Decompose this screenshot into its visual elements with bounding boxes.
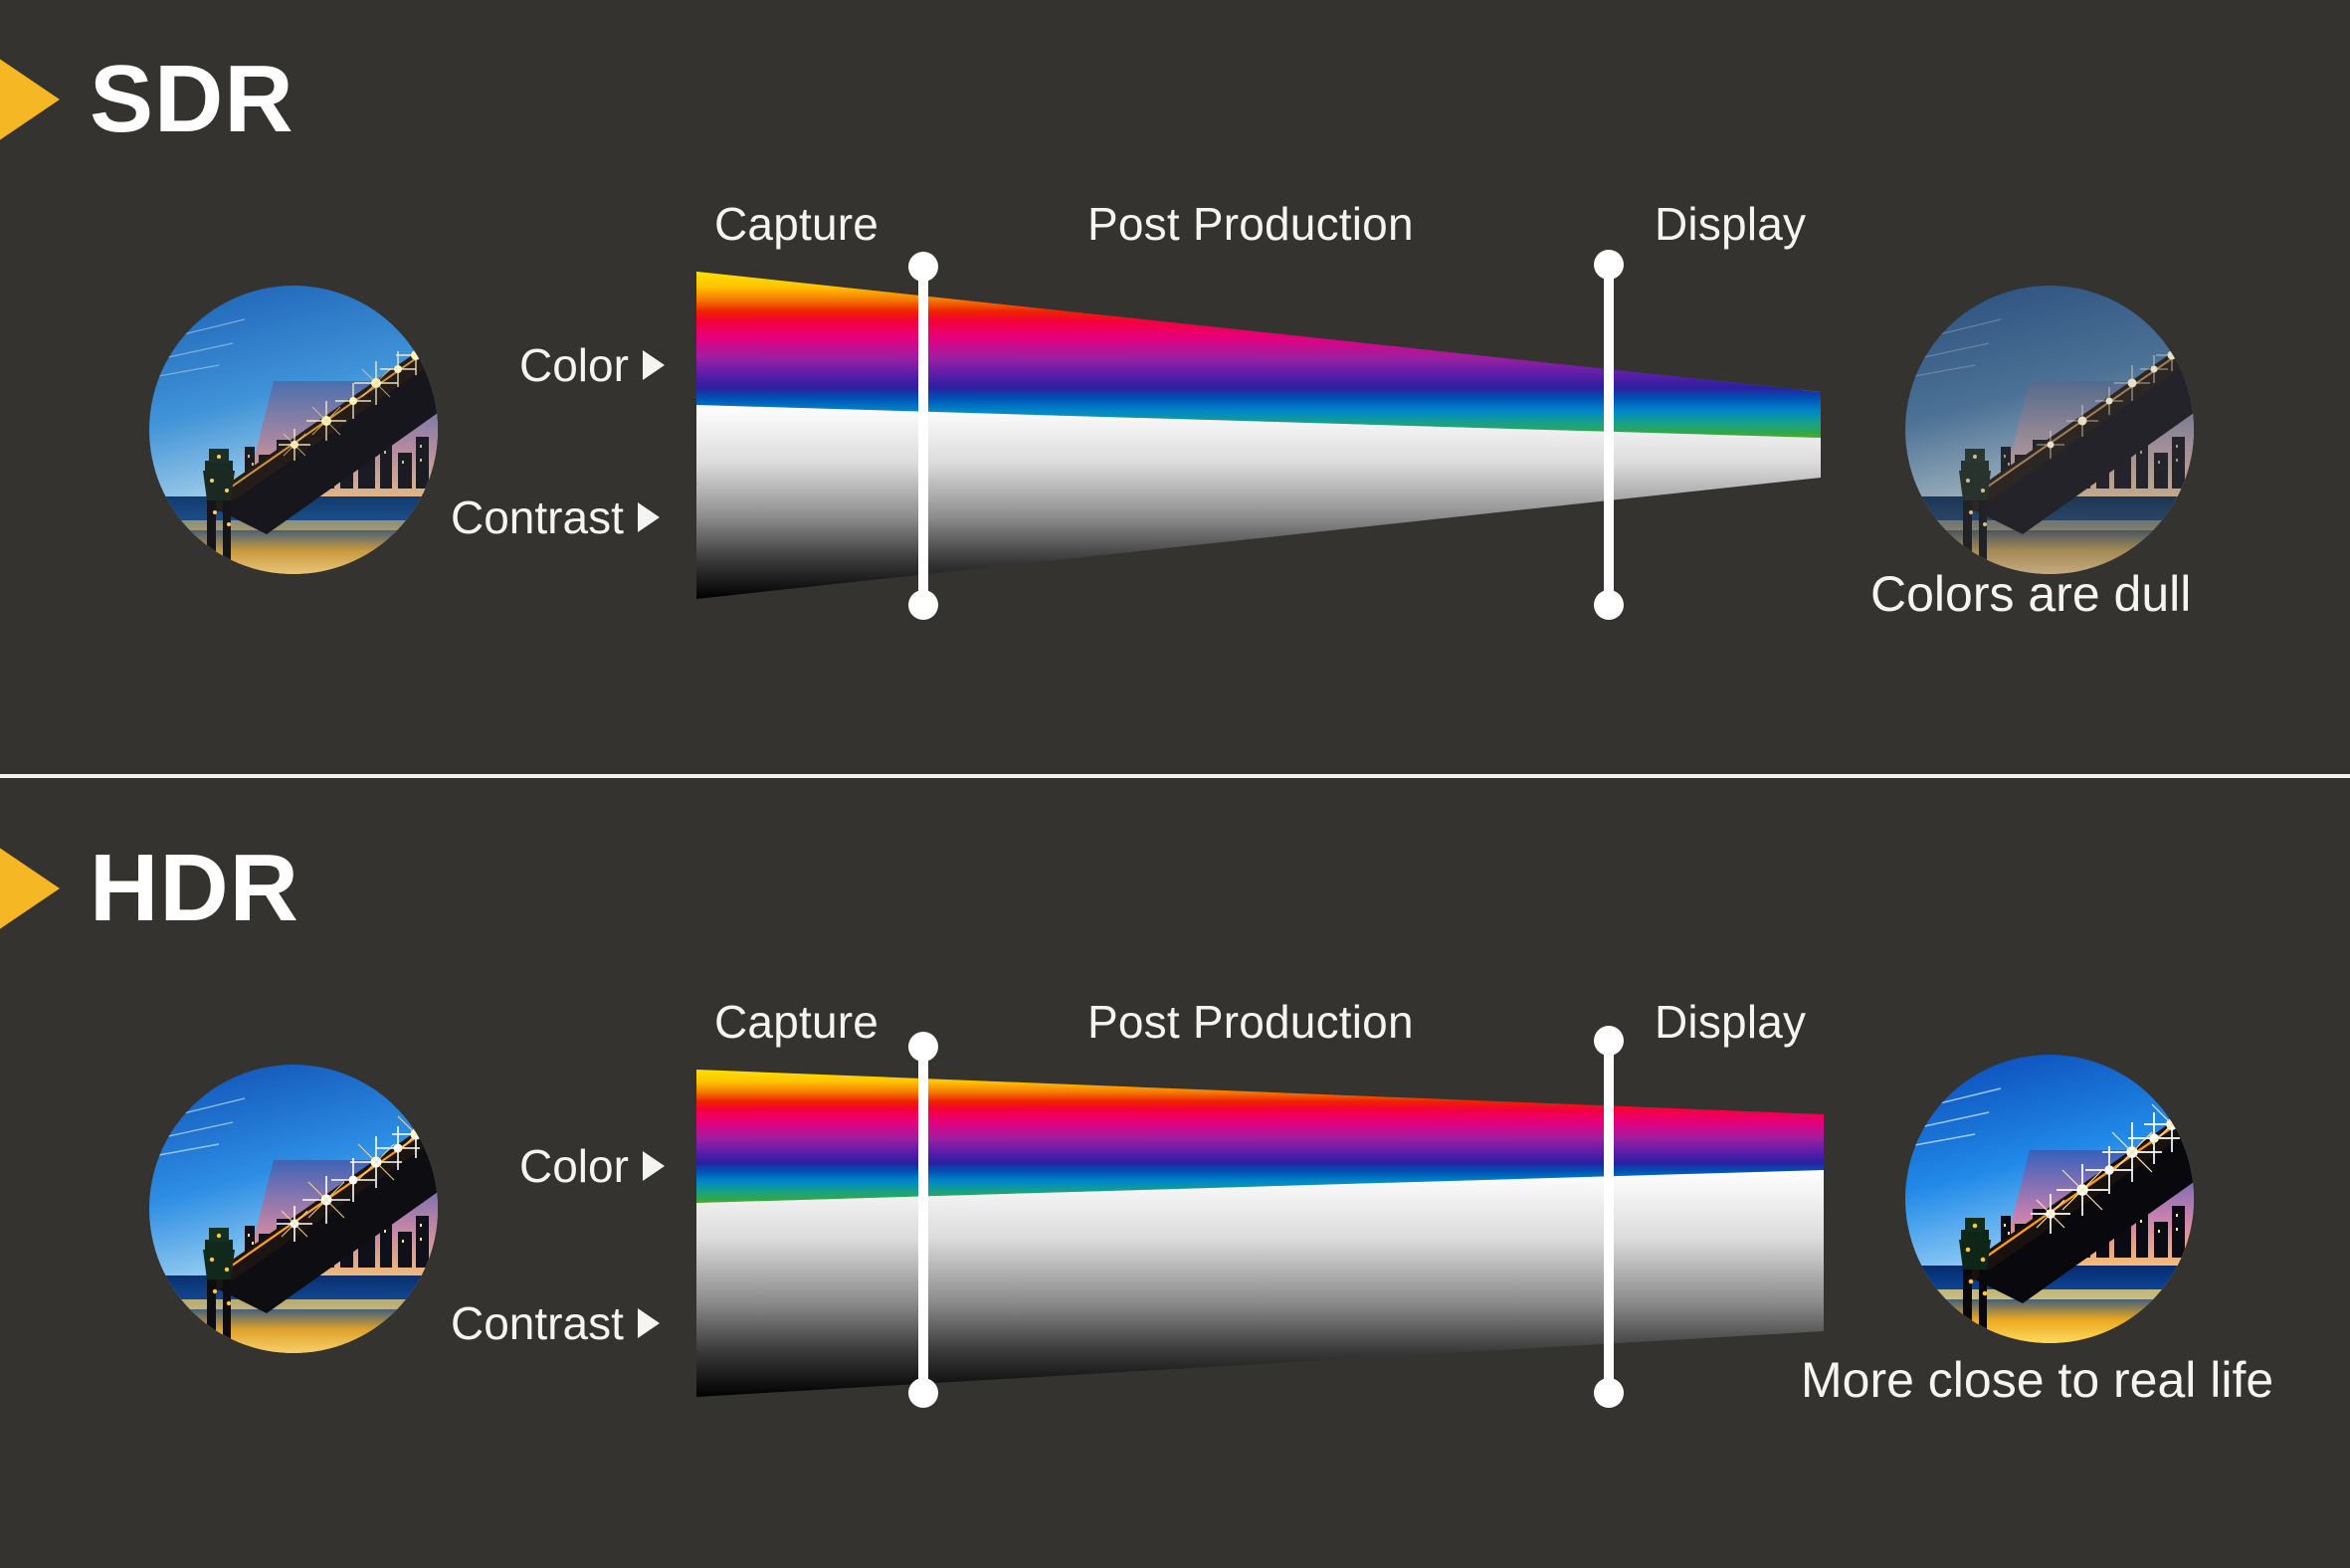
marker-dot-icon bbox=[908, 590, 938, 620]
section-divider bbox=[0, 774, 2350, 778]
yellow-triangle-icon bbox=[0, 848, 60, 929]
hdr-stage-label-display: Display bbox=[1655, 996, 1807, 1048]
hdr-display-marker bbox=[1594, 1026, 1624, 1408]
sdr-section-header: SDR bbox=[0, 52, 294, 147]
triangle-pointer-icon bbox=[637, 1308, 660, 1338]
sdr-range-wedge bbox=[696, 261, 1831, 609]
sdr-stage-label-capture: Capture bbox=[714, 198, 880, 250]
sdr-axis-label-color-text: Color bbox=[519, 339, 629, 391]
hdr-section-header: HDR bbox=[0, 841, 299, 936]
sdr-source-photo bbox=[149, 286, 438, 574]
hdr-result-photo bbox=[1905, 1055, 2194, 1343]
triangle-pointer-icon bbox=[642, 350, 665, 380]
marker-dot-icon bbox=[1594, 1378, 1624, 1408]
hdr-axis-label-color: Color bbox=[519, 1139, 665, 1193]
sdr-stage-label-display: Display bbox=[1655, 198, 1807, 250]
sdr-title: SDR bbox=[90, 46, 294, 152]
triangle-pointer-icon bbox=[637, 502, 660, 532]
marker-dot-icon bbox=[1594, 590, 1624, 620]
marker-dot-icon bbox=[908, 1378, 938, 1408]
marker-dot-icon bbox=[908, 252, 938, 282]
sdr-result-photo bbox=[1905, 286, 2194, 574]
hdr-axis-label-contrast-text: Contrast bbox=[451, 1297, 624, 1349]
sdr-capture-marker bbox=[908, 252, 938, 620]
sdr-axis-label-contrast-text: Contrast bbox=[451, 491, 624, 543]
marker-dot-icon bbox=[908, 1032, 938, 1062]
yellow-triangle-icon bbox=[0, 59, 60, 140]
triangle-pointer-icon bbox=[642, 1151, 665, 1181]
hdr-stage-label-post-production: Post Production bbox=[1087, 996, 1414, 1048]
hdr-axis-label-contrast: Contrast bbox=[451, 1296, 660, 1350]
sdr-caption: Colors are dull bbox=[1870, 566, 2192, 622]
hdr-title: HDR bbox=[90, 835, 299, 941]
sdr-axis-label-color: Color bbox=[519, 338, 665, 392]
marker-dot-icon bbox=[1594, 1026, 1624, 1056]
hdr-range-wedge bbox=[696, 1059, 1831, 1407]
marker-dot-icon bbox=[1594, 250, 1624, 280]
sdr-stage-label-post-production: Post Production bbox=[1087, 198, 1414, 250]
hdr-source-photo bbox=[149, 1065, 438, 1353]
hdr-caption: More close to real life bbox=[1801, 1352, 2274, 1408]
infographic-canvas: SDR Capture Post Production Display Colo… bbox=[0, 0, 2350, 1568]
hdr-capture-marker bbox=[908, 1032, 938, 1408]
hdr-axis-label-color-text: Color bbox=[519, 1140, 629, 1192]
sdr-display-marker bbox=[1594, 250, 1624, 620]
sdr-axis-label-contrast: Contrast bbox=[451, 490, 660, 544]
hdr-stage-label-capture: Capture bbox=[714, 996, 880, 1048]
